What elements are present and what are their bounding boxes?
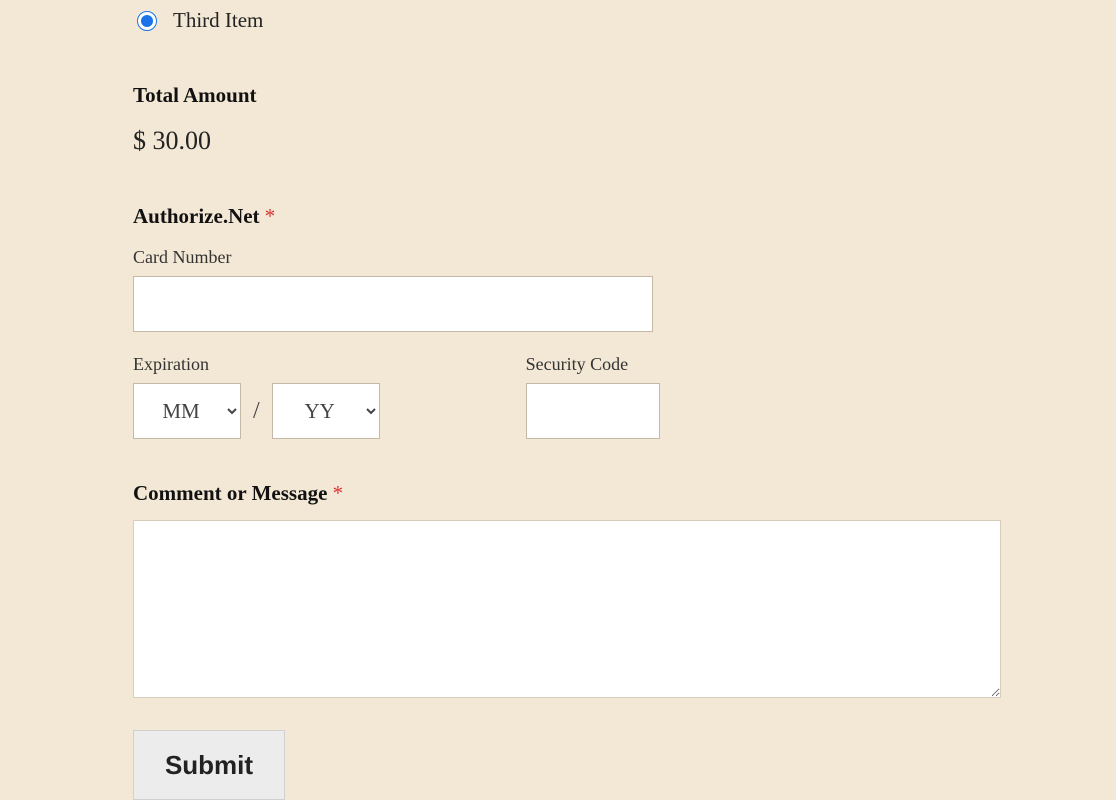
- expiration-year-select[interactable]: YY: [272, 383, 380, 439]
- comment-heading: Comment or Message *: [133, 481, 1116, 506]
- expiration-month-select[interactable]: MM: [133, 383, 241, 439]
- payment-heading-text: Authorize.Net: [133, 204, 265, 228]
- total-amount-heading: Total Amount: [133, 83, 1116, 108]
- expiration-separator: /: [253, 398, 260, 425]
- comment-heading-text: Comment or Message: [133, 481, 333, 505]
- security-code-label: Security Code: [526, 354, 660, 375]
- submit-button[interactable]: Submit: [133, 730, 285, 800]
- third-item-label: Third Item: [173, 8, 263, 33]
- expiration-group: Expiration MM / YY: [133, 354, 380, 439]
- required-marker: *: [333, 481, 344, 505]
- card-number-input[interactable]: [133, 276, 653, 332]
- comment-textarea[interactable]: [133, 520, 1001, 698]
- required-marker: *: [265, 204, 276, 228]
- payment-heading: Authorize.Net *: [133, 204, 1116, 229]
- expiration-inputs: MM / YY: [133, 383, 380, 439]
- card-number-label: Card Number: [133, 247, 1116, 268]
- card-number-group: Card Number: [133, 247, 1116, 332]
- total-amount-value: $ 30.00: [133, 126, 1116, 156]
- card-second-row: Expiration MM / YY Security Code: [133, 354, 1116, 439]
- expiration-label: Expiration: [133, 354, 380, 375]
- radio-option-third-item: Third Item: [133, 8, 1116, 33]
- third-item-radio[interactable]: [137, 11, 157, 31]
- security-code-group: Security Code: [526, 354, 660, 439]
- security-code-input[interactable]: [526, 383, 660, 439]
